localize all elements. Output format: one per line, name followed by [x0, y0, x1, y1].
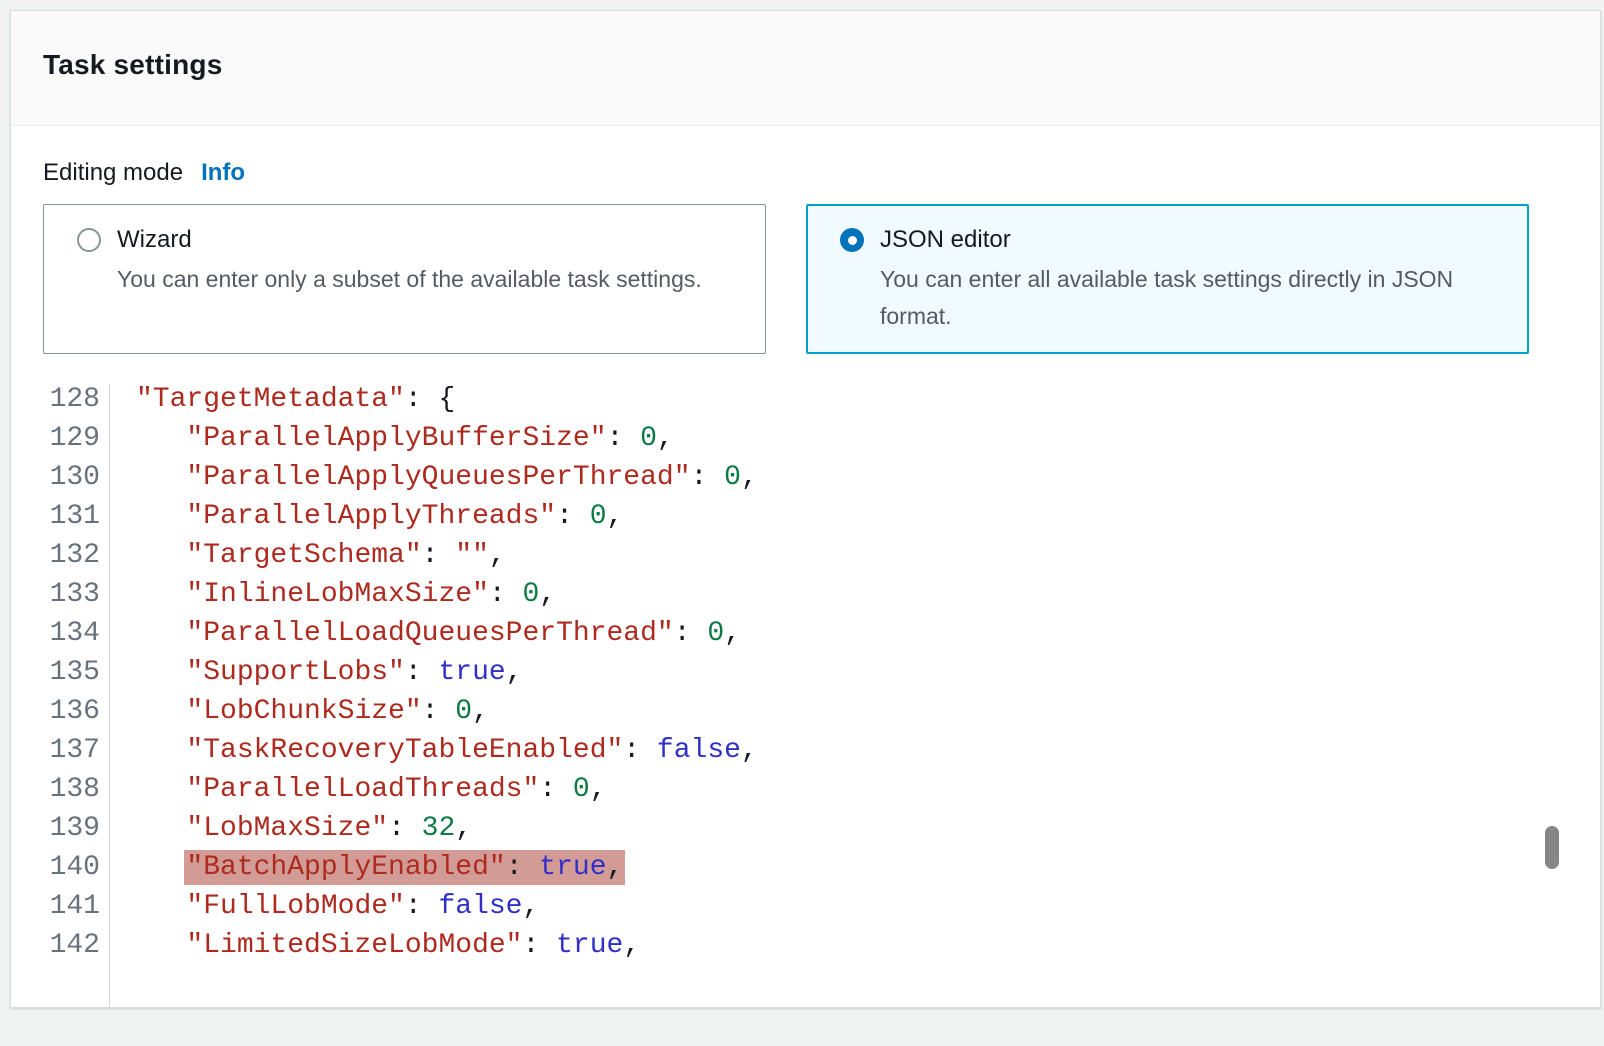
line-number: 142 — [11, 926, 109, 965]
line-number: 138 — [11, 770, 109, 809]
code-text: "ParallelLoadThreads": 0, — [109, 770, 607, 809]
line-number: 141 — [11, 887, 109, 926]
line-number: 130 — [11, 458, 109, 497]
code-text: "BatchApplyEnabled": true, — [109, 848, 623, 887]
scrollbar-thumb[interactable] — [1545, 826, 1559, 869]
code-text: "ParallelApplyQueuesPerThread": 0, — [109, 458, 758, 497]
card-header: Task settings — [11, 11, 1600, 126]
code-text: "TargetSchema": "", — [109, 536, 506, 575]
tile-json-editor-top: JSON editor — [840, 226, 1504, 254]
code-line-137[interactable]: 137 "TaskRecoveryTableEnabled": false, — [11, 731, 1600, 770]
line-number: 131 — [11, 497, 109, 536]
editing-mode-row: Editing mode Info — [43, 159, 1568, 187]
code-text: "LimitedSizeLobMode": true, — [109, 926, 640, 965]
code-text: "ParallelApplyBufferSize": 0, — [109, 419, 674, 458]
code-line-132[interactable]: 132 "TargetSchema": "", — [11, 536, 1600, 575]
code-lines: 128"TargetMetadata": {129 "ParallelApply… — [11, 380, 1600, 965]
line-number: 135 — [11, 653, 109, 692]
tile-wizard-label: Wizard — [117, 226, 192, 254]
code-text: "InlineLobMaxSize": 0, — [109, 575, 556, 614]
gutter-divider — [109, 384, 110, 1007]
line-number: 133 — [11, 575, 109, 614]
task-settings-card: Task settings Editing mode Info Wizard Y… — [10, 10, 1601, 1008]
code-line-141[interactable]: 141 "FullLobMode": false, — [11, 887, 1600, 926]
highlighted-code: "BatchApplyEnabled": true, — [186, 852, 623, 883]
line-number: 137 — [11, 731, 109, 770]
line-number: 128 — [11, 380, 109, 419]
editing-mode-label: Editing mode — [43, 159, 183, 187]
code-line-136[interactable]: 136 "LobChunkSize": 0, — [11, 692, 1600, 731]
code-line-142[interactable]: 142 "LimitedSizeLobMode": true, — [11, 926, 1600, 965]
tile-wizard-description: You can enter only a subset of the avail… — [117, 261, 737, 298]
line-number: 140 — [11, 848, 109, 887]
code-line-130[interactable]: 130 "ParallelApplyQueuesPerThread": 0, — [11, 458, 1600, 497]
json-editor-radio[interactable] — [840, 228, 864, 252]
tile-json-editor[interactable]: JSON editor You can enter all available … — [806, 204, 1529, 354]
page-title: Task settings — [43, 49, 1568, 81]
code-line-139[interactable]: 139 "LobMaxSize": 32, — [11, 809, 1600, 848]
line-number: 132 — [11, 536, 109, 575]
card-body: Editing mode Info Wizard You can enter o… — [11, 126, 1600, 1007]
tile-json-editor-label: JSON editor — [880, 226, 1011, 254]
code-line-135[interactable]: 135 "SupportLobs": true, — [11, 653, 1600, 692]
code-line-128[interactable]: 128"TargetMetadata": { — [11, 380, 1600, 419]
code-line-133[interactable]: 133 "InlineLobMaxSize": 0, — [11, 575, 1600, 614]
json-code-editor[interactable]: 128"TargetMetadata": {129 "ParallelApply… — [11, 380, 1600, 1007]
code-line-129[interactable]: 129 "ParallelApplyBufferSize": 0, — [11, 419, 1600, 458]
code-text: "ParallelLoadQueuesPerThread": 0, — [109, 614, 741, 653]
line-number: 139 — [11, 809, 109, 848]
code-text: "ParallelApplyThreads": 0, — [109, 497, 623, 536]
code-line-140[interactable]: 140 "BatchApplyEnabled": true, — [11, 848, 1600, 887]
line-number: 129 — [11, 419, 109, 458]
wizard-radio[interactable] — [77, 228, 101, 252]
tile-wizard[interactable]: Wizard You can enter only a subset of th… — [43, 204, 766, 354]
tile-wizard-top: Wizard — [77, 226, 741, 254]
code-line-131[interactable]: 131 "ParallelApplyThreads": 0, — [11, 497, 1600, 536]
info-link[interactable]: Info — [201, 159, 245, 187]
code-line-134[interactable]: 134 "ParallelLoadQueuesPerThread": 0, — [11, 614, 1600, 653]
tile-json-editor-description: You can enter all available task setting… — [880, 261, 1500, 335]
code-text: "LobMaxSize": 32, — [109, 809, 472, 848]
code-text: "SupportLobs": true, — [109, 653, 523, 692]
code-text: "FullLobMode": false, — [109, 887, 539, 926]
line-number: 134 — [11, 614, 109, 653]
editing-mode-tiles: Wizard You can enter only a subset of th… — [43, 204, 1568, 354]
code-text: "TaskRecoveryTableEnabled": false, — [109, 731, 758, 770]
line-number: 136 — [11, 692, 109, 731]
code-line-138[interactable]: 138 "ParallelLoadThreads": 0, — [11, 770, 1600, 809]
code-text: "TargetMetadata": { — [109, 380, 455, 419]
code-text: "LobChunkSize": 0, — [109, 692, 489, 731]
